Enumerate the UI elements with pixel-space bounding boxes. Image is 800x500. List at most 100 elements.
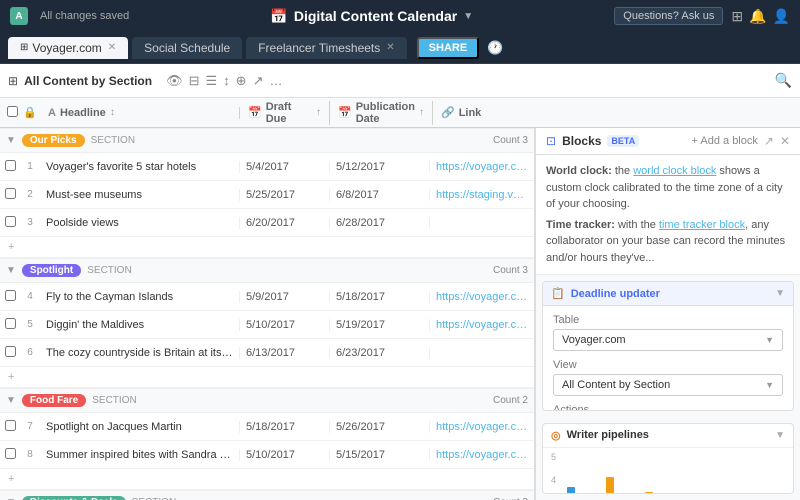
table-row[interactable]: 1 Voyager's favorite 5 star hotels 5/4/2… xyxy=(0,153,534,181)
toolbar-grid-icon[interactable]: ⊞ xyxy=(8,74,18,88)
row-draft[interactable]: 5/10/2017 xyxy=(240,449,330,461)
row-link[interactable]: https://voyager.com/fakel... xyxy=(430,319,534,331)
grid-nav-icon[interactable]: ⊞ xyxy=(731,8,743,25)
section-chevron-food[interactable]: ▼ xyxy=(6,395,16,406)
table-row[interactable]: 4 Fly to the Cayman Islands 5/9/2017 5/1… xyxy=(0,283,534,311)
row-draft[interactable]: 5/25/2017 xyxy=(240,189,330,201)
pipelines-chevron[interactable]: ▼ xyxy=(775,430,785,441)
help-button[interactable]: Questions? Ask us xyxy=(614,7,723,25)
section-header-our-picks[interactable]: ▼ Our Picks SECTION Count 3 xyxy=(0,128,534,153)
time-tracker-link[interactable]: time tracker block xyxy=(659,219,745,231)
more-icon[interactable]: … xyxy=(269,73,282,89)
add-row-food[interactable]: + xyxy=(0,469,534,490)
row-pub[interactable]: 5/12/2017 xyxy=(330,161,430,173)
section-header-spotlight[interactable]: ▼ Spotlight SECTION Count 3 xyxy=(0,258,534,283)
row-headline[interactable]: Summer inspired bites with Sandra Key xyxy=(40,449,240,461)
row-draft[interactable]: 6/20/2017 xyxy=(240,217,330,229)
row-pub[interactable]: 5/18/2017 xyxy=(330,291,430,303)
tab-voyager[interactable]: ⊞ Voyager.com ✕ xyxy=(8,37,128,59)
row-headline[interactable]: Must-see museums xyxy=(40,189,240,201)
row-check[interactable] xyxy=(0,318,20,332)
section-chevron-spotlight[interactable]: ▼ xyxy=(6,265,16,276)
row-check[interactable] xyxy=(0,188,20,202)
row-link[interactable]: https://voyager.com/fakel... xyxy=(430,449,534,461)
add-row-spotlight[interactable]: + xyxy=(0,367,534,388)
row-check[interactable] xyxy=(0,448,20,462)
row-check[interactable] xyxy=(0,420,20,434)
row-headline[interactable]: Poolside views xyxy=(40,217,240,229)
section-header-food-fare[interactable]: ▼ Food Fare SECTION Count 2 xyxy=(0,388,534,413)
table-select[interactable]: Voyager.com ▼ xyxy=(553,329,783,351)
user-icon[interactable]: 👤 xyxy=(773,8,790,25)
table-row[interactable]: 3 Poolside views 6/20/2017 6/28/2017 xyxy=(0,209,534,237)
sort-headline-icon[interactable]: ↕ xyxy=(110,107,115,118)
check-all[interactable] xyxy=(0,106,20,120)
row-headline[interactable]: Fly to the Cayman Islands xyxy=(40,291,240,303)
row-check[interactable] xyxy=(0,346,20,360)
filter-icon[interactable]: ⊟ xyxy=(189,73,200,89)
table-row[interactable]: 5 Diggin' the Maldives 5/10/2017 5/19/20… xyxy=(0,311,534,339)
close-tab2-icon[interactable]: ✕ xyxy=(386,42,394,53)
col-header-pub[interactable]: 📅 Publication Date ↑ xyxy=(330,101,433,125)
row-check[interactable] xyxy=(0,160,20,174)
expand-icon[interactable]: ↗ xyxy=(764,134,774,148)
share-view-icon[interactable]: ↗ xyxy=(253,73,264,89)
row-headline[interactable]: The cozy countryside is Britain at its b… xyxy=(40,347,240,359)
close-panel-icon[interactable]: ✕ xyxy=(780,134,790,148)
view-name[interactable]: All Content by Section xyxy=(24,74,152,88)
group-icon[interactable]: ☰ xyxy=(206,73,218,89)
add-block-button[interactable]: + Add a block xyxy=(692,135,758,147)
row-headline[interactable]: Voyager's favorite 5 star hotels xyxy=(40,161,240,173)
row-draft[interactable]: 5/4/2017 xyxy=(240,161,330,173)
col-header-headline[interactable]: A Headline ↕ xyxy=(40,107,240,119)
title-dropdown-icon[interactable]: ▼ xyxy=(463,11,473,22)
row-pub[interactable]: 5/15/2017 xyxy=(330,449,430,461)
table-row[interactable]: 8 Summer inspired bites with Sandra Key … xyxy=(0,441,534,469)
hide-icon[interactable]: 👁 xyxy=(166,73,183,89)
row-draft[interactable]: 5/18/2017 xyxy=(240,421,330,433)
view-select[interactable]: All Content by Section ▼ xyxy=(553,374,783,396)
row-draft[interactable]: 5/9/2017 xyxy=(240,291,330,303)
row-pub[interactable]: 6/23/2017 xyxy=(330,347,430,359)
row-link[interactable]: https://voyager.com/fake xyxy=(430,161,534,173)
table-row[interactable]: 6 The cozy countryside is Britain at its… xyxy=(0,339,534,367)
row-link[interactable]: https://staging.voyager.co... xyxy=(430,189,534,201)
share-button[interactable]: SHARE xyxy=(417,37,480,59)
deadline-chevron[interactable]: ▼ xyxy=(775,288,785,299)
world-clock-link[interactable]: world clock block xyxy=(633,165,716,177)
row-link[interactable]: https://voyager.com/fakes... xyxy=(430,291,534,303)
row-headline[interactable]: Spotlight on Jacques Martin xyxy=(40,421,240,433)
table-row[interactable]: 7 Spotlight on Jacques Martin 5/18/2017 … xyxy=(0,413,534,441)
col-header-draft[interactable]: 📅 Draft Due ↑ xyxy=(240,101,330,125)
close-tab-icon[interactable]: ✕ xyxy=(108,42,116,53)
row-headline[interactable]: Diggin' the Maldives xyxy=(40,319,240,331)
notification-icon[interactable]: 🔔 xyxy=(749,8,766,25)
row-draft[interactable]: 5/10/2017 xyxy=(240,319,330,331)
sort-icon[interactable]: ↕ xyxy=(223,73,230,89)
deadline-block-header[interactable]: 📋 Deadline updater ▼ xyxy=(543,282,793,306)
row-pub[interactable]: 6/28/2017 xyxy=(330,217,430,229)
row-pub[interactable]: 6/8/2017 xyxy=(330,189,430,201)
row-check[interactable] xyxy=(0,290,20,304)
col-header-link[interactable]: 🔗 Link xyxy=(433,106,800,119)
toolbar-icons: 👁 ⊟ ☰ ↕ ⊕ ↗ … xyxy=(166,73,282,89)
app-logo: A xyxy=(10,7,28,25)
add-row-our-picks[interactable]: + xyxy=(0,237,534,258)
section-header-discounts[interactable]: ▼ Discounts & Deals SECTION Count 3 xyxy=(0,490,534,500)
row-link[interactable]: https://voyager.com/fakel... xyxy=(430,421,534,433)
sort-pub-icon[interactable]: ↑ xyxy=(419,107,424,118)
section-food-fare: ▼ Food Fare SECTION Count 2 7 Spotlight … xyxy=(0,388,534,490)
table-row[interactable]: 2 Must-see museums 5/25/2017 6/8/2017 ht… xyxy=(0,181,534,209)
row-pub[interactable]: 5/19/2017 xyxy=(330,319,430,331)
search-icon[interactable]: 🔍 xyxy=(775,72,792,89)
pipelines-header[interactable]: ◎ Writer pipelines ▼ xyxy=(543,424,793,448)
row-draft[interactable]: 6/13/2017 xyxy=(240,347,330,359)
tab-freelancer[interactable]: Freelancer Timesheets ✕ xyxy=(246,37,406,59)
beta-badge: BETA xyxy=(607,135,639,147)
row-pub[interactable]: 5/26/2017 xyxy=(330,421,430,433)
tab-social[interactable]: Social Schedule xyxy=(132,37,242,59)
sort-draft-icon[interactable]: ↑ xyxy=(316,107,321,118)
color-icon[interactable]: ⊕ xyxy=(236,73,247,89)
section-chevron-our-picks[interactable]: ▼ xyxy=(6,135,16,146)
row-check[interactable] xyxy=(0,216,20,230)
